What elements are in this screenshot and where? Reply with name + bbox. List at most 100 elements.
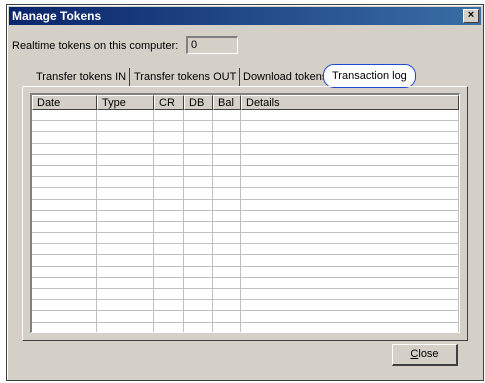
col-cr[interactable]: CR	[154, 95, 184, 110]
table-cell	[241, 110, 459, 121]
table-cell	[154, 221, 184, 233]
table-row[interactable]	[32, 188, 459, 200]
transaction-log-table[interactable]: Date Type CR DB Bal Details	[30, 93, 460, 333]
table-cell	[97, 322, 154, 332]
table-row[interactable]	[32, 221, 459, 234]
table-row[interactable]	[32, 132, 459, 144]
table-cell	[241, 244, 459, 255]
table-header: Date Type CR DB Bal Details	[32, 95, 459, 110]
col-db[interactable]: DB	[184, 95, 213, 110]
table-cell	[241, 121, 459, 132]
table-cell	[213, 289, 241, 300]
table-row[interactable]	[32, 266, 459, 278]
table-cell	[184, 177, 213, 188]
table-cell	[241, 199, 459, 210]
table-cell	[32, 221, 97, 233]
table-cell	[97, 233, 154, 244]
table-cell	[213, 266, 241, 277]
table-cell	[97, 143, 154, 154]
table-cell	[32, 143, 97, 154]
table-cell	[213, 233, 241, 244]
table-cell	[154, 311, 184, 322]
table-cell	[241, 277, 459, 288]
table-cell	[32, 322, 97, 332]
table-body	[32, 110, 459, 332]
table-cell	[32, 177, 97, 188]
table-row[interactable]	[32, 177, 459, 189]
table-cell	[184, 244, 213, 255]
table-cell	[32, 244, 97, 255]
table-cell	[154, 266, 184, 277]
table-cell	[97, 165, 154, 177]
col-bal[interactable]: Bal	[213, 95, 241, 110]
close-label: lose	[418, 348, 439, 360]
table-cell	[213, 210, 241, 221]
table-cell	[184, 143, 213, 154]
table-cell	[32, 188, 97, 199]
table-cell	[32, 132, 97, 143]
table-row[interactable]	[32, 289, 459, 301]
table-cell	[32, 255, 97, 266]
table-row[interactable]	[32, 311, 459, 323]
table-cell	[241, 322, 459, 332]
table-cell	[97, 110, 154, 121]
tab-transfer-out[interactable]: Transfer tokens OUT	[131, 68, 241, 87]
table-cell	[184, 110, 213, 121]
table-cell	[184, 210, 213, 221]
table-cell	[184, 322, 213, 332]
table-cell	[97, 255, 154, 266]
table-row[interactable]	[32, 110, 459, 122]
table-cell	[213, 177, 241, 188]
table-row[interactable]	[32, 244, 459, 256]
table-row[interactable]	[32, 255, 459, 267]
table-cell	[97, 199, 154, 210]
table-row[interactable]	[32, 121, 459, 133]
tab-transaction-log[interactable]: Transaction log	[323, 64, 416, 88]
table-row[interactable]	[32, 210, 459, 222]
table-cell	[213, 244, 241, 255]
table-row[interactable]	[32, 322, 459, 332]
table-cell	[184, 165, 213, 177]
table-row[interactable]	[32, 143, 459, 155]
col-date[interactable]: Date	[32, 95, 97, 110]
table-cell	[241, 143, 459, 154]
table-cell	[213, 143, 241, 154]
table-cell	[241, 300, 459, 311]
table-cell	[184, 221, 213, 233]
table-cell	[154, 233, 184, 244]
table-cell	[241, 266, 459, 277]
col-type[interactable]: Type	[97, 95, 154, 110]
table-cell	[154, 110, 184, 121]
table-row[interactable]	[32, 277, 459, 289]
table-cell	[213, 322, 241, 332]
col-details[interactable]: Details	[241, 95, 459, 110]
table-cell	[213, 300, 241, 311]
table-cell	[241, 221, 459, 233]
table-row[interactable]	[32, 233, 459, 245]
table-cell	[154, 244, 184, 255]
table-row[interactable]	[32, 300, 459, 312]
table-cell	[154, 199, 184, 210]
table-cell	[241, 165, 459, 177]
table-cell	[241, 177, 459, 188]
table-cell	[184, 233, 213, 244]
table-cell	[32, 121, 97, 132]
table-row[interactable]	[32, 154, 459, 166]
table-cell	[154, 154, 184, 165]
table-cell	[97, 121, 154, 132]
tab-transfer-in[interactable]: Transfer tokens IN	[33, 68, 131, 87]
window-title: Manage Tokens	[12, 9, 102, 23]
table-cell	[213, 221, 241, 233]
table-cell	[241, 289, 459, 300]
close-icon[interactable]: ×	[463, 9, 479, 23]
table-cell	[241, 255, 459, 266]
table-cell	[32, 199, 97, 210]
table-cell	[184, 132, 213, 143]
table-cell	[241, 311, 459, 322]
close-button[interactable]: Close	[392, 344, 458, 366]
table-row[interactable]	[32, 165, 459, 178]
table-row[interactable]	[32, 199, 459, 211]
table-cell	[184, 300, 213, 311]
tab-download-tokens[interactable]: Download tokens	[240, 68, 330, 87]
table-cell	[154, 143, 184, 154]
